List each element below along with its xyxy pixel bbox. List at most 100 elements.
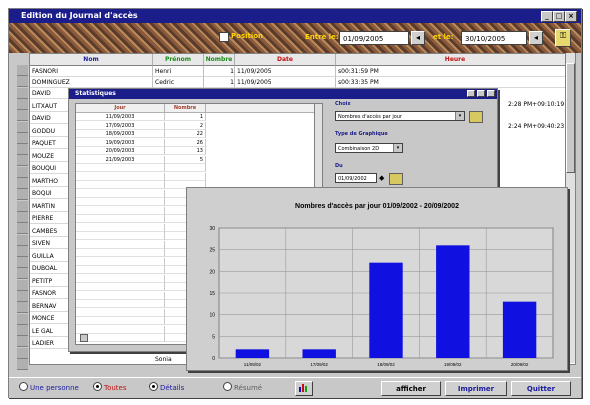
row-selector[interactable] [17, 291, 28, 302]
du-arrow-icon[interactable]: ◆ [379, 173, 384, 183]
stats-cell-nombre[interactable] [165, 172, 206, 181]
stats-close-button[interactable] [487, 90, 495, 97]
row-selector[interactable] [17, 110, 28, 122]
chevron-down-icon[interactable]: ▾ [393, 144, 402, 152]
stats-cell-jour[interactable] [76, 164, 165, 172]
table-cell-nombre[interactable]: 1 [204, 77, 235, 88]
stats-cell-jour[interactable] [76, 223, 165, 232]
row-selector[interactable] [17, 132, 28, 144]
row-selector[interactable] [17, 200, 28, 212]
stats-cell-jour[interactable]: 19/09/2003 [76, 138, 165, 147]
stats-cell-jour[interactable] [76, 308, 165, 317]
radio-dot[interactable] [223, 382, 232, 391]
row-selector[interactable] [17, 336, 28, 348]
row-selector[interactable] [17, 98, 28, 110]
radio-dot[interactable] [19, 382, 28, 391]
radio-dot[interactable] [149, 382, 158, 391]
table-cell-date[interactable]: 11/09/2005 [235, 66, 336, 77]
stats-cell-jour[interactable] [76, 249, 165, 257]
radio-details[interactable]: Détails [149, 382, 184, 394]
to-date-picker-button[interactable]: ◂ [529, 31, 543, 45]
col-header-nom[interactable]: Nom [30, 54, 153, 66]
row-selector[interactable] [17, 245, 28, 257]
row-selector[interactable] [17, 65, 28, 76]
table-cell-prenom[interactable]: Henri [153, 66, 204, 77]
quitter-button[interactable]: Quitter [511, 381, 571, 396]
table-cell-nom[interactable]: FASNORI [30, 66, 153, 77]
stats-maximize-button[interactable] [477, 90, 485, 97]
stats-cell-jour[interactable] [76, 181, 165, 189]
row-selector[interactable] [17, 324, 28, 336]
stats-cell-jour[interactable] [76, 198, 165, 206]
stats-cell-jour[interactable] [76, 257, 165, 266]
chart-button[interactable] [295, 381, 313, 396]
stats-cell-nombre[interactable] [165, 164, 206, 172]
stats-cell-nombre[interactable]: 2 [165, 121, 206, 130]
stats-table-scroll-button[interactable] [80, 334, 88, 342]
radio-toutes[interactable]: Toutes [93, 382, 127, 394]
choix-select[interactable]: Nombres d'accès par jour ▾ [335, 111, 465, 121]
radio-dot[interactable] [93, 382, 102, 391]
col-header-jour[interactable]: Jour [76, 104, 165, 113]
minimize-button[interactable]: _ [541, 11, 553, 22]
type-graphique-select[interactable]: Combinaison 2D ▾ [335, 143, 403, 153]
radio-une-personne[interactable]: Une personne [19, 382, 79, 394]
row-selector[interactable] [17, 155, 28, 167]
afficher-button[interactable]: afficher [381, 381, 441, 396]
from-date-picker-button[interactable]: ◂ [411, 31, 425, 45]
row-selector[interactable] [17, 87, 28, 99]
col-header-nombre[interactable]: Nombre [165, 104, 206, 113]
stats-cell-jour[interactable] [76, 300, 165, 308]
stats-cell-jour[interactable] [76, 334, 165, 342]
du-date-input[interactable]: 01/09/2002 [335, 173, 377, 183]
row-selector[interactable] [17, 166, 28, 178]
col-header-heure[interactable]: Heure [336, 54, 575, 66]
table-cell-nom[interactable]: DOMINGUEZ [30, 77, 153, 88]
row-selector[interactable] [17, 358, 28, 370]
stats-minimize-button[interactable] [467, 90, 475, 97]
row-selector[interactable] [17, 268, 28, 280]
row-selector[interactable] [17, 144, 28, 156]
chevron-down-icon[interactable]: ▾ [455, 112, 464, 120]
choix-edit-button[interactable] [469, 111, 483, 123]
du-calendar-button[interactable] [389, 173, 403, 185]
from-date-input[interactable]: 01/09/2005 [339, 31, 409, 45]
scrollbar-thumb[interactable] [566, 63, 575, 173]
stats-cell-jour[interactable] [76, 274, 165, 283]
stats-cell-jour[interactable] [76, 266, 165, 274]
stats-cell-jour[interactable] [76, 232, 165, 240]
row-selector[interactable] [17, 76, 28, 88]
col-header-date[interactable]: Date [235, 54, 336, 66]
stats-cell-nombre[interactable]: 26 [165, 138, 206, 147]
row-selector[interactable] [17, 121, 28, 133]
stats-cell-jour[interactable] [76, 283, 165, 291]
row-selector[interactable] [17, 279, 28, 291]
stats-cell-jour[interactable] [76, 206, 165, 215]
table-cell-heure[interactable]: s00:33:35 PM [336, 77, 574, 88]
row-selector[interactable] [17, 257, 28, 269]
key-icon[interactable]: ⚿ [555, 29, 571, 47]
row-selector[interactable] [17, 178, 28, 189]
stats-cell-nombre[interactable]: 1 [165, 113, 206, 121]
to-date-input[interactable]: 30/10/2005 [461, 31, 527, 45]
col-header-prenom[interactable]: Prénom [153, 54, 204, 66]
stats-cell-jour[interactable]: 21/09/2003 [76, 155, 165, 164]
row-selector[interactable] [17, 211, 28, 223]
row-selector[interactable] [17, 234, 28, 246]
table-cell-prenom[interactable]: Cedric [153, 77, 204, 88]
stats-cell-nombre[interactable]: 22 [165, 130, 206, 138]
row-selector[interactable] [17, 189, 28, 201]
row-selector[interactable] [17, 347, 28, 359]
stats-cell-nombre[interactable]: 13 [165, 147, 206, 155]
close-button[interactable]: × [565, 11, 577, 22]
table-cell-date[interactable]: 11/09/2005 [235, 77, 336, 88]
stats-cell-jour[interactable] [76, 189, 165, 198]
stats-cell-jour[interactable] [76, 172, 165, 181]
stats-cell-jour[interactable] [76, 291, 165, 300]
row-selector[interactable] [17, 313, 28, 325]
row-selector[interactable] [17, 223, 28, 235]
stats-cell-jour[interactable]: 11/09/2003 [76, 113, 165, 121]
row-selector[interactable] [17, 302, 28, 314]
maximize-button[interactable]: □ [553, 11, 565, 22]
stats-cell-jour[interactable] [76, 317, 165, 325]
